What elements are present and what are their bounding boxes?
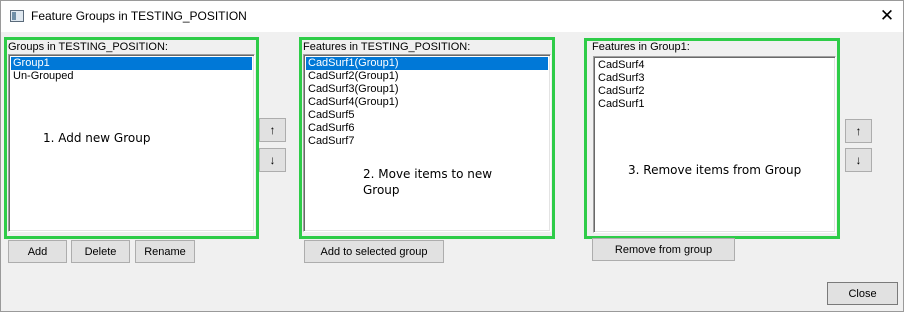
app-window-icon <box>10 10 24 22</box>
arrow-up-icon: ↑ <box>855 124 862 138</box>
title-bar: Feature Groups in TESTING_POSITION ✕ <box>1 1 903 32</box>
list-item[interactable]: CadSurf1 <box>596 98 833 111</box>
list-item[interactable]: CadSurf2(Group1) <box>306 70 548 83</box>
list-item[interactable]: CadSurf3 <box>596 72 833 85</box>
note-add-group: 1. Add new Group <box>43 131 151 145</box>
list-item[interactable]: CadSurf4 <box>596 59 833 72</box>
close-button[interactable]: Close <box>827 282 898 305</box>
note-move-items-line1: 2. Move items to new <box>363 167 493 181</box>
note-remove-items: 3. Remove items from Group <box>628 163 802 177</box>
dialog-window: Feature Groups in TESTING_POSITION ✕ Gro… <box>0 0 904 312</box>
arrow-down-icon: ↓ <box>855 153 862 167</box>
list-item[interactable]: Un-Grouped <box>11 70 252 83</box>
group-features-listbox[interactable]: CadSurf4 CadSurf3 CadSurf2 CadSurf1 <box>593 56 836 233</box>
arrow-up-icon: ↑ <box>269 123 276 137</box>
group-features-label: Features in Group1: <box>592 41 690 53</box>
list-item[interactable]: Group1 <box>11 57 252 70</box>
move-group-up-button[interactable]: ↑ <box>259 118 286 142</box>
add-button[interactable]: Add <box>8 240 67 263</box>
window-title: Feature Groups in TESTING_POSITION <box>31 9 247 23</box>
remove-from-group-button[interactable]: Remove from group <box>592 238 735 261</box>
rename-button[interactable]: Rename <box>135 240 195 263</box>
features-listbox[interactable]: CadSurf1(Group1) CadSurf2(Group1) CadSur… <box>303 54 551 232</box>
move-feature-up-button[interactable]: ↑ <box>845 119 872 143</box>
move-group-down-button[interactable]: ↓ <box>259 148 286 172</box>
list-item[interactable]: CadSurf3(Group1) <box>306 83 548 96</box>
groups-label: Groups in TESTING_POSITION: <box>8 41 168 53</box>
add-to-selected-group-button[interactable]: Add to selected group <box>304 240 444 263</box>
move-feature-down-button[interactable]: ↓ <box>845 148 872 172</box>
list-item[interactable]: CadSurf7 <box>306 135 548 148</box>
list-item[interactable]: CadSurf5 <box>306 109 548 122</box>
list-item[interactable]: CadSurf1(Group1) <box>306 57 548 70</box>
list-item[interactable]: CadSurf6 <box>306 122 548 135</box>
close-window-icon[interactable]: ✕ <box>871 4 903 30</box>
note-move-items-line2: Group <box>363 183 400 197</box>
arrow-down-icon: ↓ <box>269 153 276 167</box>
features-label: Features in TESTING_POSITION: <box>303 41 471 53</box>
list-item[interactable]: CadSurf2 <box>596 85 833 98</box>
list-item[interactable]: CadSurf4(Group1) <box>306 96 548 109</box>
delete-button[interactable]: Delete <box>71 240 130 263</box>
